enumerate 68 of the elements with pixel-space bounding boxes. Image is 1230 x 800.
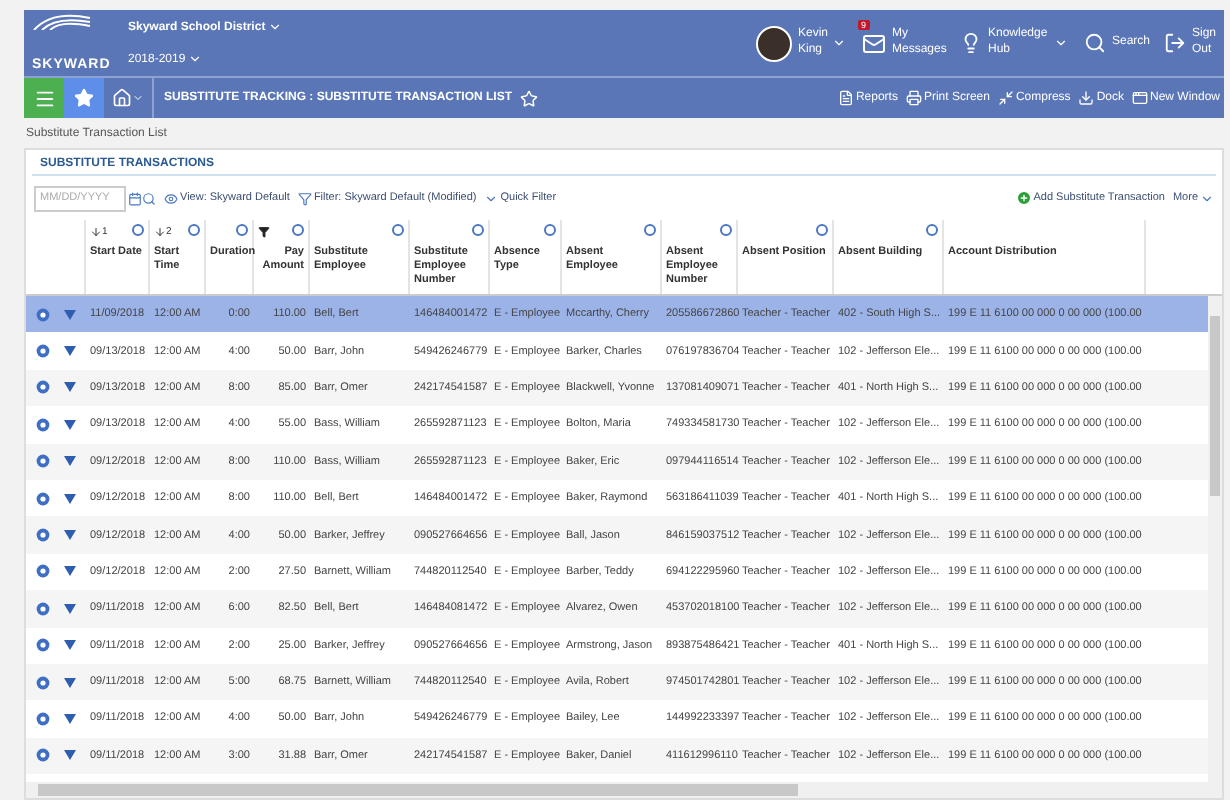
compress-icon bbox=[997, 90, 1014, 106]
lightbulb-icon bbox=[960, 32, 982, 54]
column-menu-icon[interactable] bbox=[816, 224, 828, 236]
chevron-down-icon bbox=[1054, 36, 1068, 50]
edit-icon[interactable] bbox=[36, 564, 51, 579]
chevron-down-icon bbox=[267, 20, 282, 34]
expand-icon[interactable] bbox=[63, 566, 76, 577]
edit-icon[interactable] bbox=[36, 344, 51, 359]
column-menu-icon[interactable] bbox=[132, 224, 144, 236]
expand-icon[interactable] bbox=[63, 382, 76, 393]
envelope-icon bbox=[862, 31, 886, 55]
edit-icon[interactable] bbox=[36, 601, 51, 616]
plus-icon bbox=[1015, 190, 1032, 206]
column-menu-icon[interactable] bbox=[644, 224, 656, 236]
download-icon bbox=[1078, 90, 1095, 106]
funnel-icon bbox=[297, 191, 312, 205]
expand-icon[interactable] bbox=[63, 309, 76, 320]
expand-icon[interactable] bbox=[63, 677, 76, 688]
edit-icon[interactable] bbox=[36, 711, 51, 726]
eye-icon bbox=[164, 191, 178, 205]
vertical-scrollbar[interactable] bbox=[1208, 296, 1222, 782]
expand-icon[interactable] bbox=[63, 530, 76, 541]
column-menu-icon[interactable] bbox=[720, 224, 732, 236]
horizontal-scrollbar[interactable] bbox=[26, 782, 1222, 798]
expand-icon[interactable] bbox=[63, 640, 76, 651]
column-menu-icon[interactable] bbox=[292, 224, 304, 236]
favorites-button[interactable] bbox=[64, 78, 104, 118]
chevron-down-icon bbox=[187, 52, 202, 66]
edit-icon[interactable] bbox=[36, 417, 51, 432]
calendar-icon[interactable] bbox=[128, 191, 142, 205]
edit-icon[interactable] bbox=[36, 380, 51, 395]
sign-out-icon bbox=[1164, 32, 1186, 54]
edit-icon[interactable] bbox=[36, 454, 51, 469]
expand-icon[interactable] bbox=[63, 603, 76, 614]
chevron-down-icon bbox=[132, 92, 144, 104]
column-menu-icon[interactable] bbox=[472, 224, 484, 236]
home-icon bbox=[112, 88, 132, 108]
search-icon[interactable] bbox=[142, 191, 156, 205]
star-icon bbox=[74, 88, 94, 108]
logo-icon bbox=[32, 14, 92, 30]
search-icon bbox=[1084, 32, 1106, 54]
column-menu-icon[interactable] bbox=[236, 224, 248, 236]
column-menu-icon[interactable] bbox=[926, 224, 938, 236]
expand-icon[interactable] bbox=[63, 346, 76, 357]
column-menu-icon[interactable] bbox=[544, 224, 556, 236]
edit-icon[interactable] bbox=[36, 491, 51, 506]
chevron-down-icon bbox=[832, 36, 846, 50]
menu-icon bbox=[33, 87, 55, 109]
printer-icon bbox=[905, 90, 922, 106]
expand-icon[interactable] bbox=[63, 713, 76, 724]
expand-icon[interactable] bbox=[63, 419, 76, 430]
window-icon bbox=[1131, 90, 1148, 106]
edit-icon[interactable] bbox=[36, 748, 51, 763]
chevron-down-icon bbox=[1200, 191, 1214, 205]
expand-icon[interactable] bbox=[63, 493, 76, 504]
expand-icon[interactable] bbox=[63, 456, 76, 467]
edit-icon[interactable] bbox=[36, 528, 51, 543]
favorite-star-icon[interactable] bbox=[520, 89, 538, 107]
edit-icon[interactable] bbox=[36, 675, 51, 690]
column-menu-icon[interactable] bbox=[392, 224, 404, 236]
chevron-down-icon bbox=[484, 191, 499, 205]
avatar bbox=[756, 25, 792, 61]
edit-icon[interactable] bbox=[36, 638, 51, 653]
document-icon bbox=[837, 90, 854, 106]
edit-icon[interactable] bbox=[36, 307, 51, 322]
menu-button[interactable] bbox=[24, 78, 64, 118]
expand-icon[interactable] bbox=[63, 750, 76, 761]
column-menu-icon[interactable] bbox=[188, 224, 200, 236]
